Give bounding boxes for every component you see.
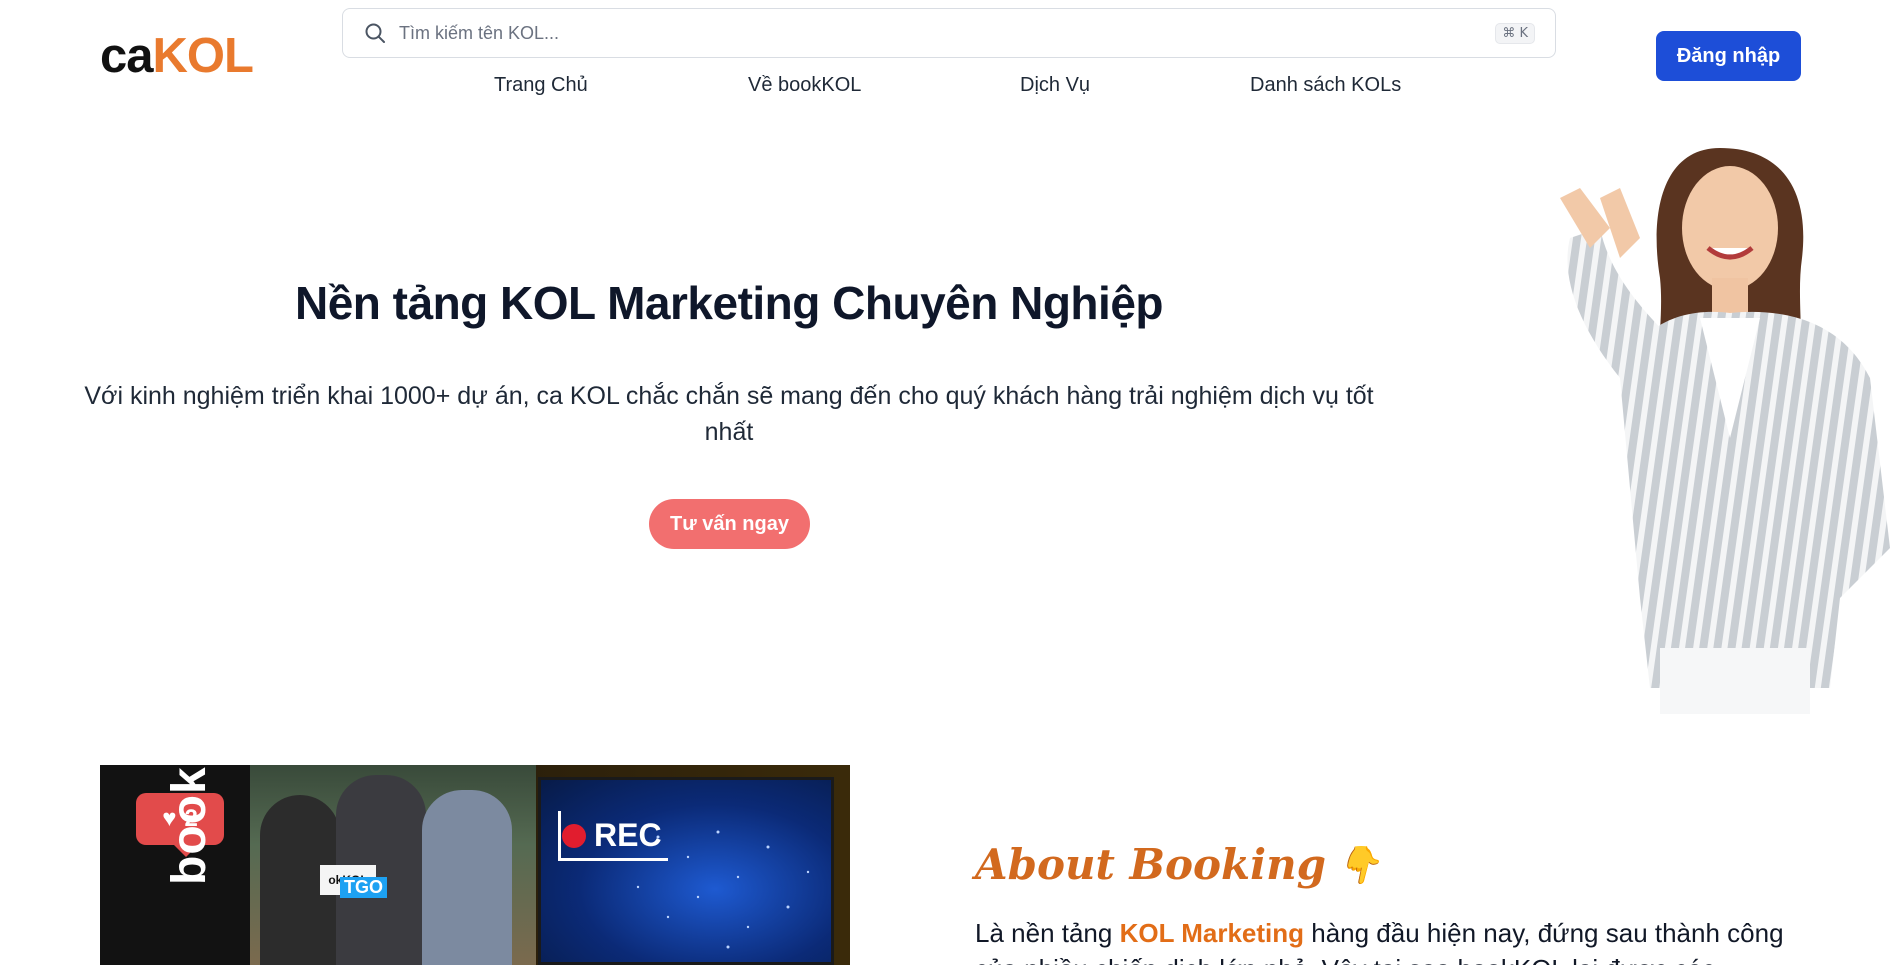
media-brand-text: bookKOL bbox=[163, 765, 216, 885]
rec-indicator: REC bbox=[562, 817, 662, 854]
about-title: About Booking 👇 bbox=[975, 840, 1381, 889]
about-text-before: Là nền tảng bbox=[975, 918, 1120, 948]
about-text: Là nền tảng KOL Marketing hàng đầu hiện … bbox=[975, 915, 1805, 965]
nav-item-kol-list[interactable]: Danh sách KOLs bbox=[1250, 74, 1401, 97]
media-event-photo bbox=[250, 765, 536, 965]
nav-item-services[interactable]: Dịch Vụ bbox=[1020, 74, 1090, 97]
hero-title: Nền tảng KOL Marketing Chuyên Nghiệp bbox=[295, 277, 1164, 329]
login-button[interactable]: Đăng nhập bbox=[1656, 31, 1801, 81]
search-shortcut-badge: ⌘ K bbox=[1495, 22, 1535, 44]
search-icon bbox=[365, 23, 385, 43]
media-stars bbox=[636, 830, 810, 949]
search-bar[interactable]: ⌘ K bbox=[342, 8, 1556, 58]
person-right bbox=[422, 790, 512, 965]
pointing-hand-icon: 👇 bbox=[1336, 843, 1381, 886]
consult-now-button[interactable]: Tư vấn ngay bbox=[649, 499, 810, 549]
nav-item-home[interactable]: Trang Chủ bbox=[494, 74, 588, 97]
media-tgo-label: TGO bbox=[340, 877, 387, 898]
record-dot-icon bbox=[562, 823, 586, 848]
about-text-highlight[interactable]: KOL Marketing bbox=[1120, 918, 1304, 948]
about-title-text: About Booking bbox=[975, 840, 1327, 889]
rec-label: REC bbox=[594, 817, 662, 853]
search-input[interactable] bbox=[399, 22, 1496, 44]
promo-media-image: ♥ 2 bookKOL okKOL TGO REC bbox=[100, 765, 850, 965]
nav-item-about[interactable]: Về bookKOL bbox=[748, 74, 861, 97]
main-nav: Trang Chủ Về bookKOL Dịch Vụ Danh sách K… bbox=[0, 74, 1899, 104]
hero-model-image bbox=[1560, 148, 1890, 714]
hero-subtitle: Với kinh nghiệm triển khai 1000+ dự án, … bbox=[84, 382, 1374, 446]
